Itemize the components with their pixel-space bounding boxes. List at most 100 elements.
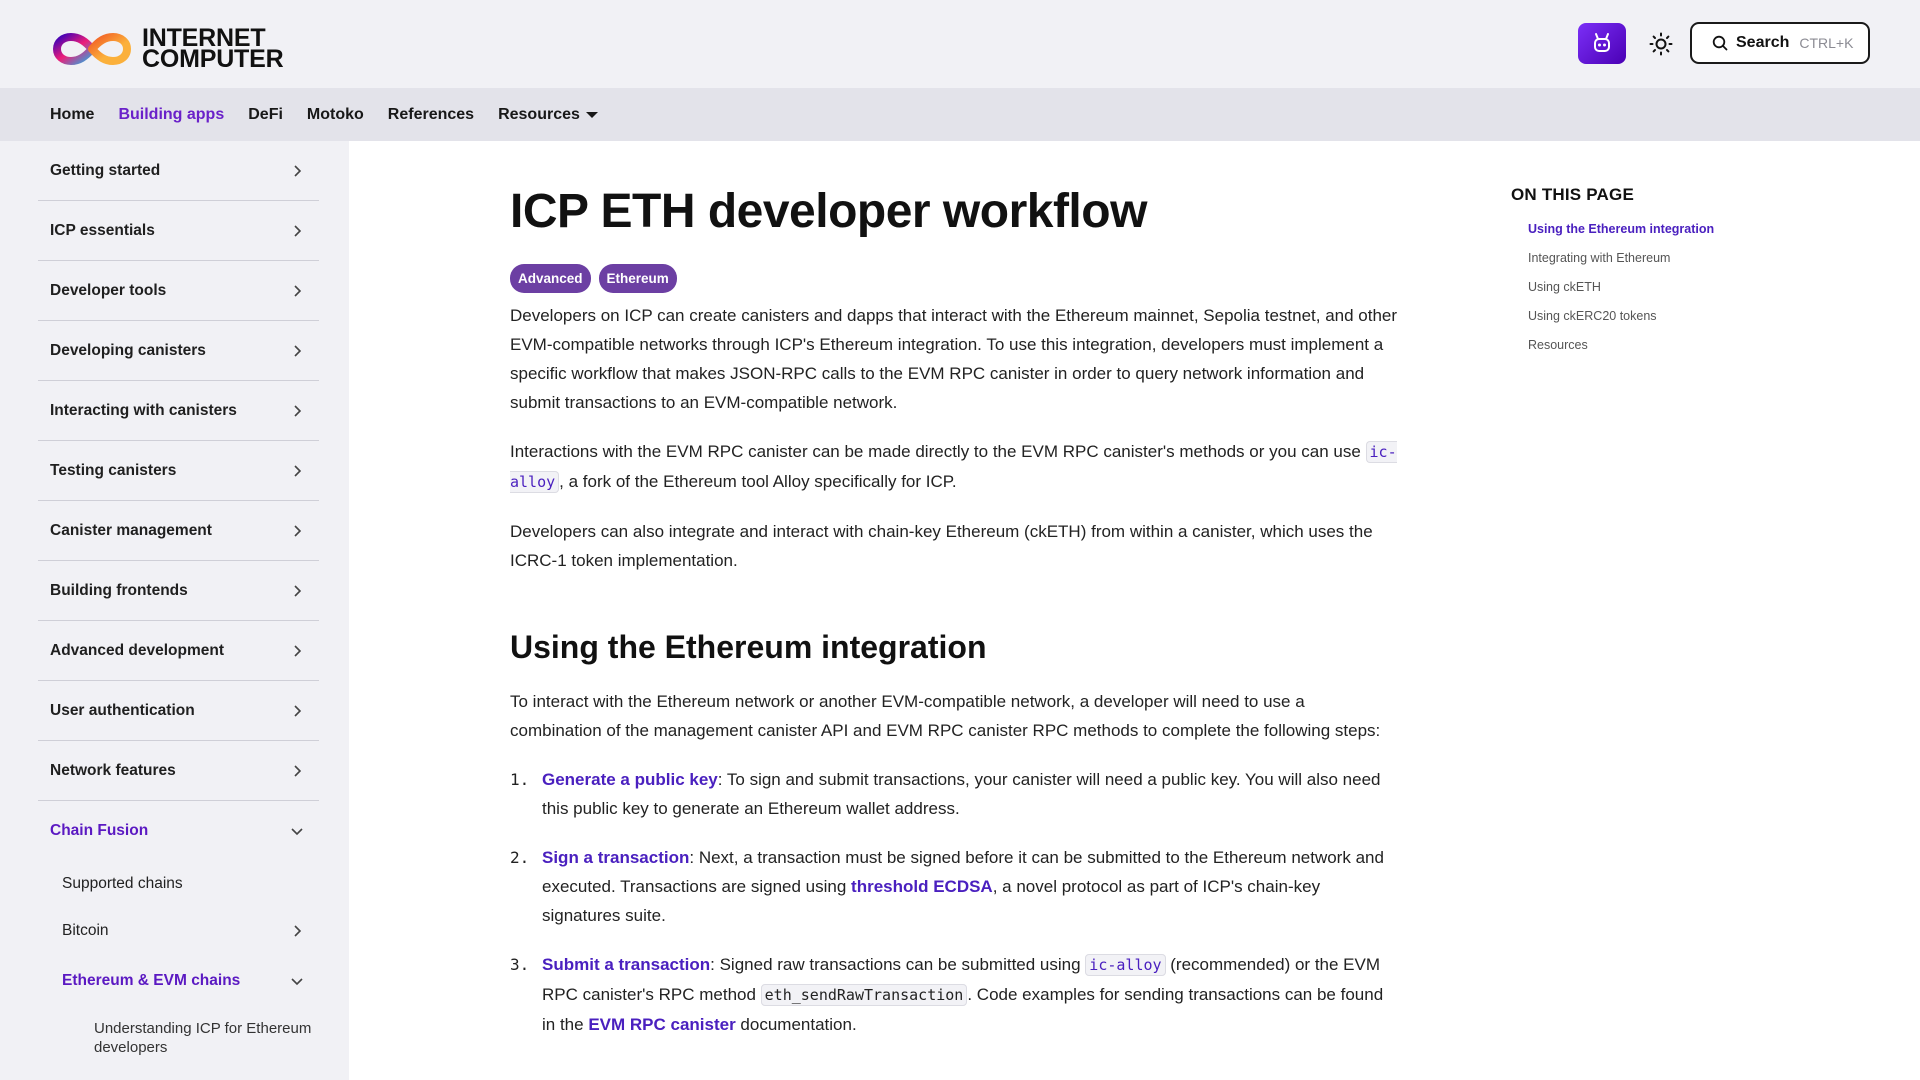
chevron-right-icon [294,925,302,937]
infinity-logo-icon [52,32,132,66]
chevron-down-icon [291,828,303,836]
on-this-page-toc: ON THIS PAGE Using the Ethereum integrat… [1511,185,1811,353]
toc-item-integrating-with-ethereum[interactable]: Integrating with Ethereum [1528,250,1811,266]
integration-paragraph: To interact with the Ethereum network or… [510,692,1381,740]
internet-computer-logo[interactable]: INTERNET COMPUTER [49,26,284,73]
sidebar-item-interacting-with-canisters[interactable]: Interacting with canisters [38,381,319,441]
main-content: ICP ETH developer workflow Advanced Ethe… [510,141,1410,1059]
sidebar-item-label: Testing canisters [50,461,177,479]
evm-rpc-canister-link[interactable]: EVM RPC canister [588,1015,735,1034]
sidebar-item-label: Developing canisters [50,341,206,359]
search-button[interactable]: Search CTRL+K [1690,22,1870,64]
tag-ethereum[interactable]: Ethereum [598,264,677,293]
search-icon [1712,35,1728,51]
threshold-ecdsa-link[interactable]: threshold ECDSA [851,877,993,896]
sidebar-item-chain-fusion[interactable]: Chain Fusion [38,801,319,861]
list-item: 3. Submit a transaction: Signed raw tran… [510,950,1400,1039]
sidebar-subitem-label: Supported chains [62,875,183,892]
chevron-down-icon [291,978,303,986]
search-label: Search [1736,34,1790,51]
toc-title: ON THIS PAGE [1511,185,1634,204]
sidebar-item-canister-management[interactable]: Canister management [38,501,319,561]
sidebar-item-label: User authentication [50,701,195,719]
chevron-right-icon [294,764,302,777]
alloy-paragraph-text-end: , a fork of the Ethereum tool Alloy spec… [559,472,957,491]
page-title: ICP ETH developer workflow [510,185,1147,238]
sidebar-item-building-frontends[interactable]: Building frontends [38,561,319,621]
sidebar-item-icp-essentials[interactable]: ICP essentials [38,201,319,261]
sidebar-subitem-supported-chains[interactable]: Supported chains [38,861,319,907]
toc-item-using-ckerc20[interactable]: Using ckERC20 tokens [1528,308,1811,324]
sidebar-item-advanced-development[interactable]: Advanced development [38,621,319,681]
nav-resources-label: Resources [498,105,580,123]
chevron-right-icon [294,704,302,717]
sidebar-item-label: Chain Fusion [50,822,149,839]
sidebar-item-network-features[interactable]: Network features [38,741,319,801]
sidebar-item-getting-started[interactable]: Getting started [38,141,319,201]
eth-send-raw-transaction-code: eth_sendRawTransaction [760,984,968,1006]
nav-motoko[interactable]: Motoko [307,106,364,124]
ai-assistant-button[interactable] [1578,23,1626,64]
sun-icon [1649,32,1673,56]
chevron-right-icon [294,584,302,597]
sidebar-subsubitem-understanding-icp[interactable]: Understanding ICP for Ethereum developer… [38,1007,328,1057]
sidebar-item-label: Getting started [50,161,161,179]
search-shortcut: CTRL+K [1799,35,1854,51]
step-number: 1. [510,770,530,789]
sidebar-subitem-ethereum-evm[interactable]: Ethereum & EVM chains [38,955,319,1007]
list-item: 2. Sign a transaction: Next, a transacti… [510,843,1400,930]
sidebar-subitem-label: Bitcoin [62,922,109,939]
steps-list: 1. Generate a public key: To sign and su… [510,765,1400,1039]
chevron-right-icon [294,464,302,477]
sidebar: Getting started ICP essentials Developer… [0,141,349,1080]
nav-defi[interactable]: DeFi [248,106,283,124]
sidebar-item-developer-tools[interactable]: Developer tools [38,261,319,321]
alloy-paragraph: Interactions with the EVM RPC canister c… [510,437,1400,497]
tag-list: Advanced Ethereum [510,264,1410,293]
sidebar-list: Getting started ICP essentials Developer… [38,141,319,1057]
nav-building-apps[interactable]: Building apps [118,106,224,124]
sidebar-subitem-bitcoin[interactable]: Bitcoin [38,907,319,955]
sidebar-item-label: Building frontends [50,581,188,599]
chevron-right-icon [294,284,302,297]
sidebar-item-label: Canister management [50,521,212,539]
sidebar-item-label: Network features [50,761,176,779]
sidebar-item-user-authentication[interactable]: User authentication [38,681,319,741]
section-heading-ethereum-integration: Using the Ethereum integration [510,629,987,665]
sidebar-item-label: Interacting with canisters [50,401,237,419]
sidebar-item-label: Developer tools [50,281,167,299]
sidebar-item-label: Advanced development [50,641,224,659]
generate-public-key-link[interactable]: Generate a public key [542,770,718,789]
caret-down-icon [585,111,598,118]
theme-toggle-button[interactable] [1645,28,1677,60]
toc-item-using-cketh[interactable]: Using ckETH [1528,279,1811,295]
toc-item-using-ethereum-integration[interactable]: Using the Ethereum integration [1528,221,1811,237]
intro-paragraph: Developers on ICP can create canisters a… [510,306,1398,412]
robot-icon [1594,32,1610,52]
sidebar-item-developing-canisters[interactable]: Developing canisters [38,321,319,381]
sidebar-item-testing-canisters[interactable]: Testing canisters [38,441,319,501]
cketh-paragraph: Developers can also integrate and intera… [510,522,1373,570]
chevron-right-icon [294,224,302,237]
nav-resources[interactable]: Resources [498,106,598,124]
step-text-end: documentation. [735,1015,857,1034]
step-number: 2. [510,848,530,867]
sign-transaction-link[interactable]: Sign a transaction [542,848,689,867]
ic-alloy-link[interactable]: ic-alloy [1085,954,1166,976]
list-item: 1. Generate a public key: To sign and su… [510,765,1400,823]
nav-home[interactable]: Home [50,106,94,124]
step-number: 3. [510,955,530,974]
nav-references[interactable]: References [388,106,474,124]
top-header: INTERNET COMPUTER Search CTRL+K [0,0,1920,88]
step-text: : Signed raw transactions can be submitt… [710,955,1086,974]
chevron-right-icon [294,164,302,177]
chevron-right-icon [294,524,302,537]
toc-item-resources[interactable]: Resources [1528,337,1811,353]
main-nav: Home Building apps DeFi Motoko Reference… [0,88,1920,141]
tag-advanced[interactable]: Advanced [510,264,591,293]
submit-transaction-link[interactable]: Submit a transaction [542,955,710,974]
sidebar-subitem-label: Ethereum & EVM chains [62,972,241,989]
alloy-paragraph-text: Interactions with the EVM RPC canister c… [510,442,1366,461]
chevron-right-icon [294,344,302,357]
logo-text-line2: COMPUTER [142,45,284,73]
